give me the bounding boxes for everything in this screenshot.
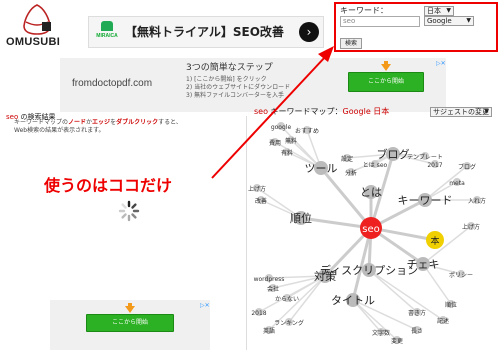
caret-down-icon: ▼: [446, 7, 451, 14]
start-here-button[interactable]: ここから開始: [348, 72, 424, 92]
caret-down-icon: ▼: [466, 17, 471, 24]
keyword-search-panel: キーワード： seo 日本 ▼ Google ▼ 検索: [334, 2, 498, 52]
desc-text: Web検索の結果が表示されます。: [14, 127, 105, 134]
map-leaf-label[interactable]: 順位: [445, 301, 457, 309]
map-leaf-label[interactable]: 有料: [281, 149, 293, 157]
map-leaf-label[interactable]: 改善: [255, 197, 267, 205]
map-keyword: seo: [254, 107, 268, 116]
ad-step: 3) 無料ファイルコンバーターを入手: [186, 92, 284, 99]
map-leaf-label[interactable]: 2017: [427, 162, 442, 169]
map-leaf-label[interactable]: 入れ方: [468, 197, 486, 205]
map-leaf-label[interactable]: 記述: [437, 317, 449, 325]
download-arrow-icon: [381, 64, 391, 71]
onigiri-icon: [23, 4, 51, 35]
map-leaf-label[interactable]: 上げ方: [248, 185, 266, 193]
download-arrow-icon: [125, 306, 135, 313]
map-leaf-label[interactable]: ランキング: [274, 319, 304, 327]
engine-select[interactable]: Google ▼: [424, 16, 474, 26]
ad-domain[interactable]: fromdoctopdf.com: [72, 78, 152, 89]
omusubi-logo[interactable]: OMUSUBI: [6, 2, 68, 48]
annotation-text: 使うのはココだけ: [44, 176, 173, 195]
ad-steps-title: 3つの簡単なステップ: [186, 63, 273, 73]
keyword-input[interactable]: seo: [340, 16, 420, 27]
keyword-map[interactable]: google おすすめ無料有料 費用設定とは seo 分析 テンプレート 2017 word…: [246, 116, 500, 350]
map-hub-label[interactable]: キーワード: [398, 194, 453, 207]
map-hub-label[interactable]: 本: [430, 235, 439, 247]
logo-text: OMUSUBI: [6, 36, 61, 48]
loading-spinner-icon: [118, 200, 140, 222]
map-hub-label[interactable]: タイトル: [331, 294, 375, 307]
desc-double-click: ダブルクリック: [116, 119, 159, 126]
map-center-label[interactable]: seo: [362, 224, 379, 235]
map-leaf-label[interactable]: 英語: [263, 327, 275, 335]
map-leaf-label[interactable]: 書き方: [408, 309, 426, 317]
map-leaf-label[interactable]: テンプレート: [407, 154, 443, 161]
map-leaf-label[interactable]: meta: [449, 180, 465, 187]
ad-info-icon[interactable]: ▷✕: [200, 302, 210, 310]
map-leaf-label[interactable]: 上げ方: [462, 223, 480, 231]
ad-brand-logo: MIRAICA: [95, 21, 119, 43]
map-leaf-label[interactable]: ポリシー: [449, 271, 473, 279]
start-here-button[interactable]: ここから開始: [86, 314, 174, 332]
map-hub-label[interactable]: ツール: [305, 162, 338, 175]
pdf-ad-banner[interactable]: fromdoctopdf.com 3つの簡単なステップ 1) [ここから開始] …: [60, 58, 446, 112]
language-select-value: 日本: [427, 7, 441, 15]
map-label: キーワードマップ：: [267, 107, 343, 116]
engine-select-value: Google: [427, 17, 452, 25]
map-leaf-label[interactable]: 変更: [391, 337, 403, 345]
desc-text: すると、: [158, 119, 182, 126]
desc-text: キーワードマップの: [14, 119, 69, 126]
map-leaf-label[interactable]: 費用: [269, 139, 281, 147]
map-hub-label[interactable]: ディスクリプション: [320, 263, 418, 277]
map-leaf-label[interactable]: ブログ: [458, 163, 476, 171]
map-leaf-label[interactable]: 会社: [267, 285, 279, 293]
map-leaf-label[interactable]: とは seo: [363, 162, 388, 169]
map-hub-label[interactable]: 順位: [290, 211, 312, 225]
ad-info-icon[interactable]: ▷✕: [436, 60, 446, 68]
caret-down-icon: ▼: [484, 108, 489, 115]
keyword-label: キーワード：: [340, 6, 388, 15]
search-button[interactable]: 検索: [340, 38, 362, 49]
map-leaf-label[interactable]: wordpress: [254, 276, 285, 283]
results-description: キーワードマップのノードかエッジをダブルクリックすると、 Web検索の結果が表示…: [14, 119, 250, 135]
map-leaf-label[interactable]: おすすめ: [295, 128, 319, 135]
top-ad-banner[interactable]: MIRAICA 【無料トライアル】SEO改善 ›: [88, 16, 324, 48]
map-engine: Google 日本: [342, 107, 390, 116]
ad-headline[interactable]: 【無料トライアル】SEO改善: [125, 23, 284, 40]
chevron-right-icon[interactable]: ›: [299, 22, 319, 42]
suggest-select-value: サジェストの変更: [433, 108, 489, 116]
map-leaf-label[interactable]: 長さ: [411, 328, 423, 335]
map-hub-label[interactable]: とは: [360, 186, 382, 199]
map-leaf-label[interactable]: 無料: [285, 137, 297, 145]
map-leaf-label[interactable]: 設定: [341, 155, 353, 163]
map-leaf-label[interactable]: 分析: [345, 169, 357, 177]
desc-node: ノード: [68, 119, 87, 126]
keyword-map-graph[interactable]: googleおすすめ無料有料費用設定とは seo 分析 テンプレート2017 word…: [247, 116, 500, 350]
language-select[interactable]: 日本 ▼: [424, 6, 454, 16]
bottom-ad-banner[interactable]: ここから開始 ▷✕: [50, 300, 210, 350]
map-leaf-label[interactable]: google: [271, 124, 292, 131]
map-leaf-label[interactable]: からない: [275, 296, 299, 303]
desc-edge: エッジ: [92, 119, 111, 126]
map-hub-label[interactable]: ブログ: [377, 147, 410, 161]
map-leaf-label[interactable]: 2018: [251, 310, 266, 317]
map-leaf-label[interactable]: 文字数: [372, 329, 390, 337]
